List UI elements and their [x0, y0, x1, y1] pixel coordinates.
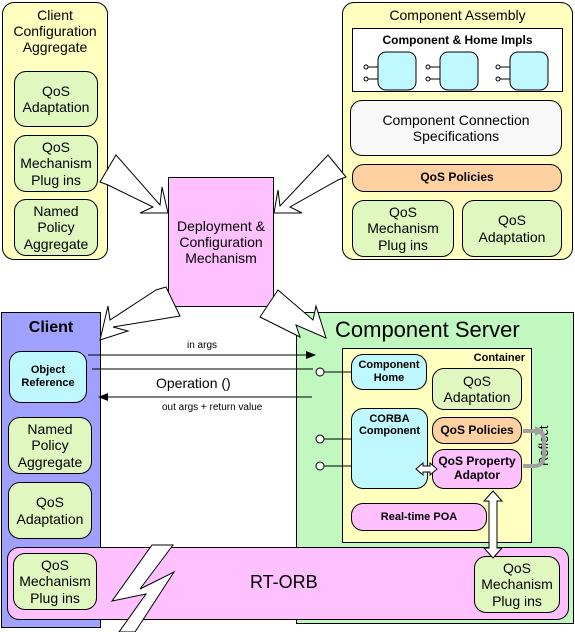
- reflect-arc-icon: [523, 429, 546, 468]
- arrow-client-config-to-deployment: [99, 154, 169, 214]
- arrow-deployment-to-client: [99, 286, 181, 341]
- impl-component-1: [363, 51, 417, 91]
- impl-component-2: [425, 51, 479, 91]
- out-args-label: out args + return value: [162, 402, 263, 413]
- arrow-deployment-to-server: [259, 289, 327, 339]
- home-port-icon: [315, 367, 325, 377]
- diagram-connectors: [88, 51, 549, 632]
- in-args-label: in args: [187, 340, 218, 351]
- out-args-arrowhead: [98, 393, 108, 401]
- impl-component-3: [495, 51, 549, 91]
- in-args-arrowhead: [306, 351, 316, 359]
- component-adaptor-double-arrow: [415, 461, 438, 477]
- adaptor-orb-double-arrow: [482, 490, 504, 559]
- orb-break-lightning-icon: [110, 544, 176, 632]
- arrow-assembly-to-deployment: [273, 154, 347, 214]
- component-port-2-icon: [315, 461, 325, 471]
- component-port-1-icon: [315, 434, 325, 444]
- operation-label: Operation (): [156, 375, 231, 391]
